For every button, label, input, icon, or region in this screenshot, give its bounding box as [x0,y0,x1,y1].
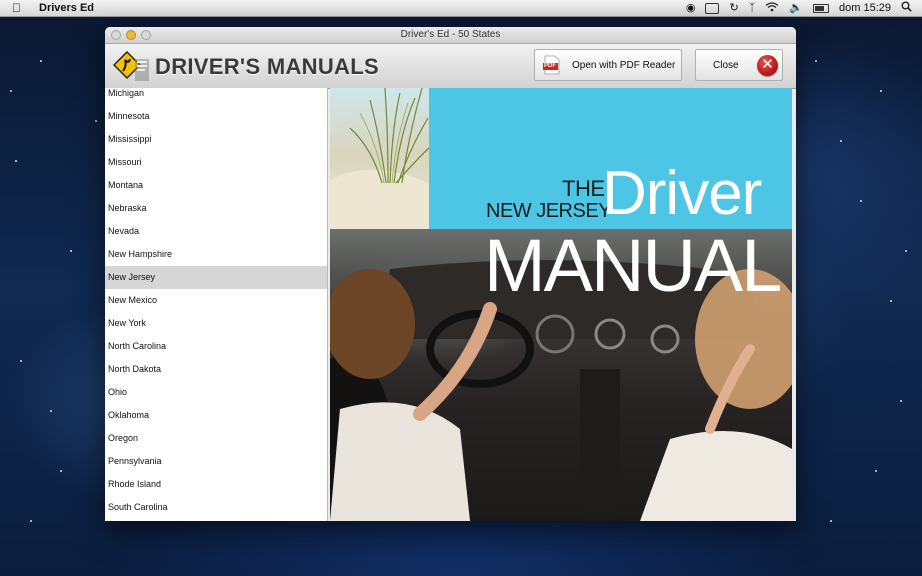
wifi-icon[interactable] [765,1,779,15]
state-list-item[interactable]: New Jersey [105,266,327,289]
state-list-item[interactable]: Pennsylvania [105,450,327,473]
state-list-item[interactable]: New Mexico [105,289,327,312]
toolbar: DRIVER'S MANUALS PDF Open with PDF Reade… [105,44,796,89]
pdf-icon: PDF [542,55,562,75]
state-list-item[interactable]: Montana [105,174,327,197]
open-with-pdf-reader-button[interactable]: PDF Open with PDF Reader [534,49,682,81]
window-minimize-button[interactable] [126,30,136,40]
close-button[interactable]: Close ✕ [695,49,783,81]
star [70,250,72,252]
window-zoom-button[interactable] [141,30,151,40]
bluetooth-icon[interactable]: ᛉ [749,2,756,14]
state-list-item[interactable]: Mississippi [105,128,327,151]
app-menu[interactable]: Drivers Ed [39,2,94,14]
state-list-item[interactable]: Oregon [105,427,327,450]
star [10,90,12,92]
window-controls [111,30,151,40]
star [860,200,862,202]
state-list-item[interactable]: Nebraska [105,197,327,220]
time-machine-icon[interactable]: ↻ [729,2,738,14]
state-list-item[interactable]: North Carolina [105,335,327,358]
star [840,140,842,142]
state-list-item[interactable]: Ohio [105,381,327,404]
star [95,120,97,122]
battery-status-icon[interactable] [705,2,720,14]
title-bar[interactable]: Driver's Ed - 50 States [105,27,796,44]
app-logo: DRIVER'S MANUALS [112,50,379,83]
state-list-item[interactable]: Nevada [105,220,327,243]
beach-grass-photo [330,88,429,229]
star [60,470,62,472]
volume-icon[interactable]: 🔈 [789,2,803,14]
state-list-item[interactable]: Missouri [105,151,327,174]
menu-extras: ◉ ↻ ᛉ 🔈 dom 15:29 [686,1,912,15]
window-title: Driver's Ed - 50 States [400,29,501,40]
cover-title-manual: MANUAL [484,224,782,307]
state-list-item[interactable]: South Carolina [105,496,327,519]
star [40,60,42,62]
logo-text: DRIVER'S MANUALS [155,54,379,79]
state-list-item[interactable]: North Dakota [105,358,327,381]
state-list-item[interactable]: Oklahoma [105,404,327,427]
clock[interactable]: dom 15:29 [839,2,891,14]
road-sign-icon [112,50,151,83]
battery-icon[interactable] [813,3,830,13]
pdf-badge: PDF [544,63,556,69]
star [30,520,32,522]
state-list-item[interactable]: Minnesota [105,105,327,128]
globe-icon[interactable]: ◉ [686,2,696,14]
star [890,300,892,302]
star [20,360,22,362]
star [830,520,832,522]
close-label: Close [713,59,739,71]
window-close-button[interactable] [111,30,121,40]
state-list-item[interactable]: Rhode Island [105,473,327,496]
apple-icon[interactable]:  [12,2,24,14]
main-content: Michigan Minnesota Mississippi Missouri Mont… [105,88,796,521]
star [875,470,877,472]
state-list[interactable]: Michigan Minnesota Mississippi Missouri Mont… [105,88,328,521]
state-list-item[interactable]: Michigan [105,88,327,105]
star [15,160,17,162]
star [50,410,52,412]
cover-title-the: THE [562,176,605,201]
state-list-item[interactable]: New York [105,312,327,335]
cover-title-state: NEW JERSEY [486,200,612,222]
star [905,250,907,252]
star [880,90,882,92]
app-window: Driver's Ed - 50 States DRIVER'S MANUALS [105,27,796,521]
star [815,60,817,62]
open-pdf-label: Open with PDF Reader [572,59,676,71]
star [900,400,902,402]
state-list-item[interactable]: New Hampshire [105,243,327,266]
search-icon[interactable] [901,1,912,15]
cover-title-driver: Driver [602,159,762,228]
close-icon: ✕ [757,55,778,76]
menu-bar:  Drivers Ed ◉ ↻ ᛉ 🔈 dom 15:29 [0,0,922,17]
manual-cover-preview[interactable]: THE NEW JERSEY Driver MANUAL [330,88,792,521]
